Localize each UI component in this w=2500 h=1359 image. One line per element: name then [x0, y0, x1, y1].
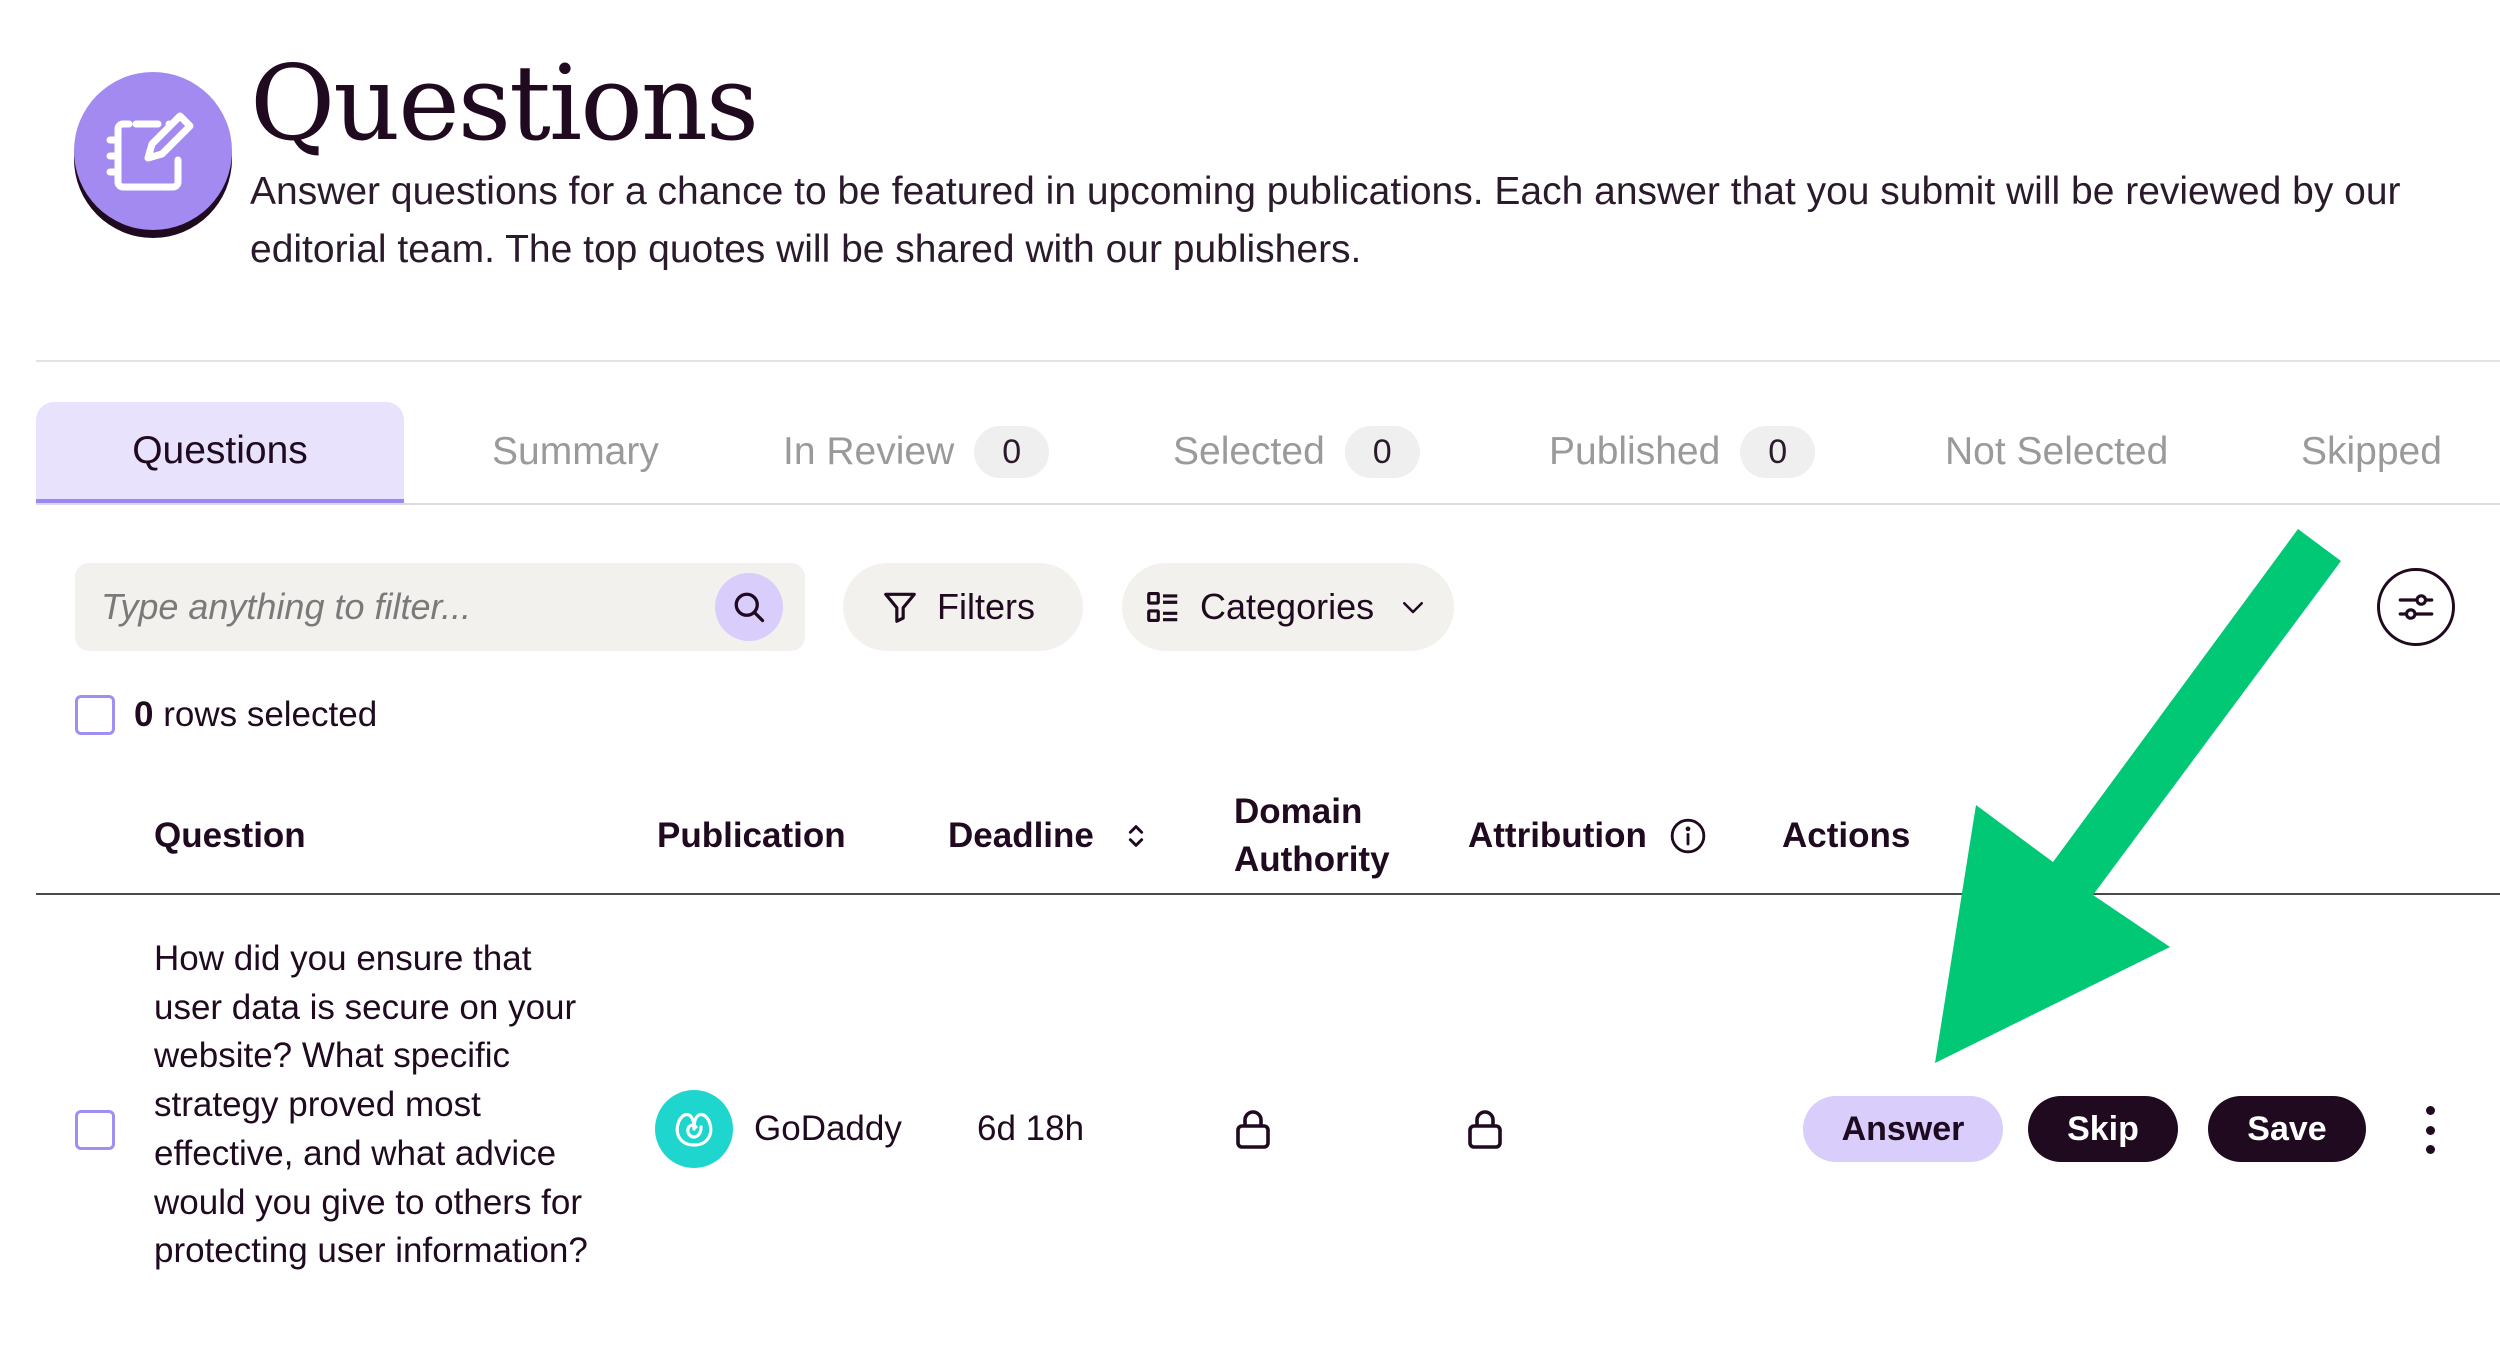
info-icon[interactable] — [1669, 817, 1707, 855]
tab-in-review[interactable]: In Review 0 — [783, 402, 1050, 502]
tab-label: Questions — [132, 428, 308, 472]
rows-selected-label: rows selected — [153, 695, 378, 734]
lock-icon — [1236, 1110, 1270, 1149]
tab-summary[interactable]: Summary — [492, 402, 659, 502]
count-badge: 0 — [1344, 426, 1420, 478]
save-button[interactable]: Save — [2208, 1096, 2366, 1162]
tab-published[interactable]: Published 0 — [1549, 402, 1816, 502]
godaddy-mark-icon — [675, 1112, 713, 1147]
tab-label: Not Selected — [1945, 430, 2169, 473]
notebook-pencil-icon — [74, 72, 232, 238]
column-header-attribution: Attribution — [1468, 812, 1707, 860]
skip-button[interactable]: Skip — [2028, 1096, 2178, 1162]
tab-selected[interactable]: Selected 0 — [1173, 402, 1420, 502]
chevron-down-icon — [1403, 602, 1424, 614]
tabs-divider — [36, 503, 2500, 505]
godaddy-logo-icon — [655, 1090, 733, 1168]
answer-button[interactable]: Answer — [1803, 1096, 2003, 1162]
filters-button[interactable]: Filters — [843, 563, 1083, 651]
column-settings-button[interactable] — [2377, 568, 2455, 646]
tab-label: In Review — [783, 430, 955, 473]
select-all-checkbox[interactable] — [75, 695, 115, 735]
categories-label: Categories — [1200, 586, 1375, 627]
page-description: Answer questions for a chance to be feat… — [250, 170, 2401, 271]
page-title: Questions — [250, 42, 759, 164]
publication-name: GoDaddy — [754, 1109, 902, 1148]
tab-label: Published — [1549, 430, 1721, 473]
filter-icon — [884, 592, 916, 623]
search-icon — [734, 592, 765, 623]
attribution-label: Attribution — [1468, 816, 1647, 855]
deadline-value: 6d 18h — [977, 1109, 1085, 1148]
question-text[interactable]: How did you ensure that user data is sec… — [154, 935, 594, 1276]
column-header-publication: Publication — [657, 816, 846, 855]
tab-questions[interactable]: Questions — [36, 402, 404, 504]
column-header-deadline[interactable]: Deadline — [948, 812, 1148, 860]
header-divider — [36, 360, 2500, 362]
count-badge: 0 — [974, 426, 1050, 478]
column-header-question: Question — [154, 816, 306, 855]
count-badge: 0 — [1740, 426, 1816, 478]
domain-authority-line2: Authority — [1234, 840, 1390, 879]
sort-icon[interactable] — [1124, 821, 1148, 851]
column-header-actions: Actions — [1782, 816, 1911, 855]
lock-icon — [1468, 1110, 1502, 1149]
deadline-label: Deadline — [948, 816, 1094, 855]
tab-skipped[interactable]: Skipped — [2301, 402, 2442, 502]
tab-label: Selected — [1173, 430, 1325, 473]
rows-selected-count: 0 — [134, 695, 154, 734]
search-button[interactable] — [715, 573, 783, 641]
tab-label: Summary — [492, 430, 659, 473]
categories-dropdown[interactable]: Categories — [1122, 563, 1454, 651]
domain-authority-line1: Domain — [1234, 792, 1363, 831]
more-options-icon[interactable] — [2410, 1100, 2450, 1160]
column-header-domain-authority: Domain Authority — [1234, 788, 1390, 884]
search-box — [75, 563, 805, 651]
list-grid-icon — [1147, 591, 1178, 623]
rows-selected-text: 0 rows selected — [134, 693, 377, 737]
tab-label: Skipped — [2301, 430, 2442, 473]
sliders-icon — [2398, 594, 2434, 620]
tab-not-selected[interactable]: Not Selected — [1945, 402, 2168, 502]
filters-label: Filters — [937, 586, 1035, 627]
search-input[interactable] — [101, 563, 701, 651]
table-header-divider — [36, 893, 2500, 895]
row-checkbox[interactable] — [75, 1110, 115, 1150]
